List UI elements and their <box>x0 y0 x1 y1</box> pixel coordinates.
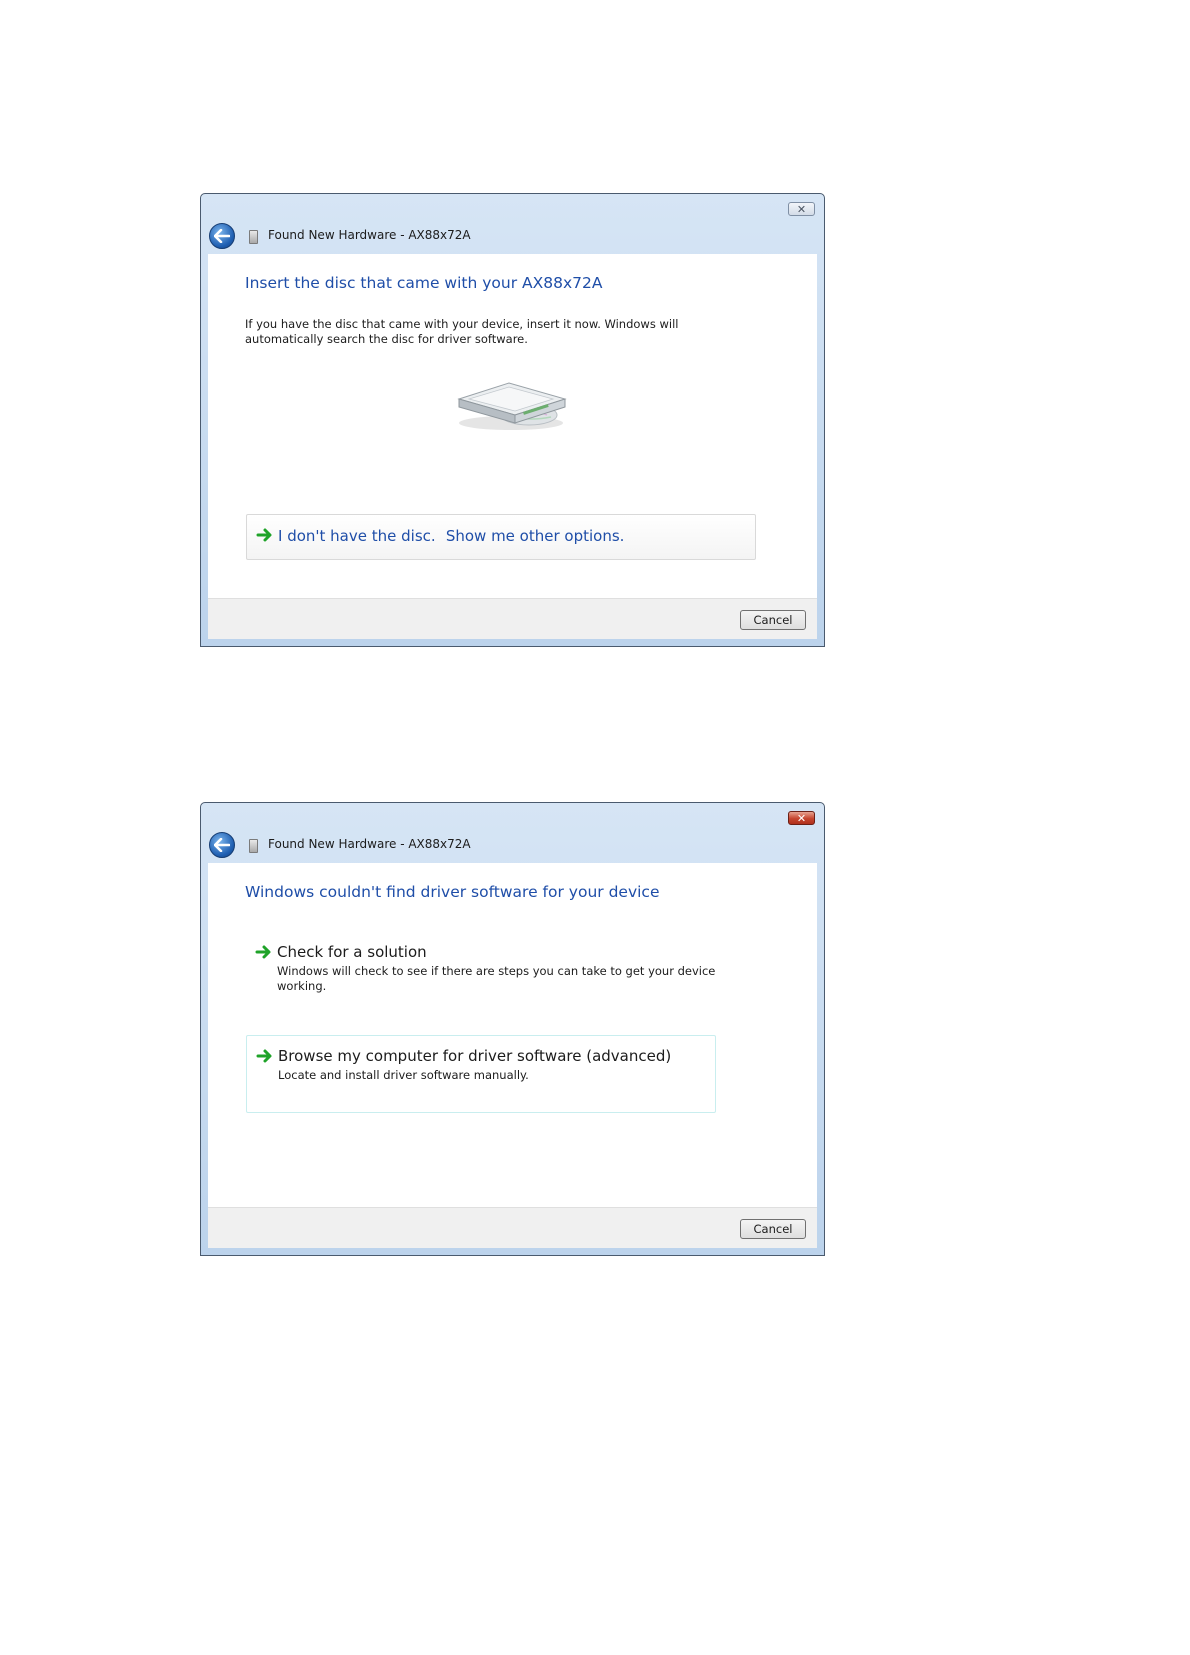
back-arrow-icon <box>214 229 230 243</box>
option-label: Browse my computer for driver software (… <box>278 1047 672 1065</box>
green-arrow-icon <box>256 1049 272 1063</box>
option-description: Locate and install driver software manua… <box>278 1068 529 1082</box>
dialog-content: Insert the disc that came with your AX88… <box>208 254 817 639</box>
cancel-button[interactable]: Cancel <box>740 1219 806 1239</box>
close-icon: ✕ <box>796 202 807 216</box>
cancel-button[interactable]: Cancel <box>740 610 806 630</box>
option-text: I don't have the disc. Show me other opt… <box>278 526 624 545</box>
green-arrow-icon <box>256 528 272 542</box>
no-disc-show-other-options-link[interactable]: I don't have the disc. Show me other opt… <box>246 514 756 560</box>
option-text: Browse my computer for driver software (… <box>278 1047 671 1083</box>
found-new-hardware-dialog-no-driver: ✕ Found New Hardware - AX88x72A Windows … <box>200 802 825 1256</box>
dialog-footer: Cancel <box>208 1207 817 1248</box>
close-button[interactable]: ✕ <box>788 811 815 825</box>
window-title: Found New Hardware - AX88x72A <box>268 228 471 242</box>
dialog-description: If you have the disc that came with your… <box>245 317 679 346</box>
title-bar: ✕ Found New Hardware - AX88x72A <box>201 803 824 863</box>
dialog-footer: Cancel <box>208 598 817 639</box>
back-button[interactable] <box>209 832 235 858</box>
device-icon <box>249 839 258 853</box>
title-bar: ✕ Found New Hardware - AX88x72A <box>201 194 824 254</box>
check-for-solution-link[interactable]: Check for a solution Windows will check … <box>246 943 716 1001</box>
dialog-content: Windows couldn't find driver software fo… <box>208 863 817 1248</box>
back-arrow-icon <box>214 838 230 852</box>
cd-drive-icon <box>457 382 567 430</box>
option-text: Check for a solution Windows will check … <box>277 943 716 994</box>
option-description: Windows will check to see if there are s… <box>277 964 716 993</box>
close-icon: ✕ <box>796 811 807 825</box>
dialog-heading: Insert the disc that came with your AX88… <box>245 274 603 292</box>
dialog-heading: Windows couldn't find driver software fo… <box>245 883 660 901</box>
browse-computer-for-driver-link[interactable]: Browse my computer for driver software (… <box>246 1035 716 1113</box>
close-button[interactable]: ✕ <box>788 202 815 216</box>
green-arrow-icon <box>255 945 271 959</box>
found-new-hardware-dialog-insert-disc: ✕ Found New Hardware - AX88x72A Insert t… <box>200 193 825 647</box>
device-icon <box>249 230 258 244</box>
back-button[interactable] <box>209 223 235 249</box>
option-label-part2: Show me other options. <box>445 527 625 545</box>
option-label-part1: I don't have the disc. <box>278 527 436 545</box>
option-label: Check for a solution <box>277 943 427 961</box>
window-title: Found New Hardware - AX88x72A <box>268 837 471 851</box>
